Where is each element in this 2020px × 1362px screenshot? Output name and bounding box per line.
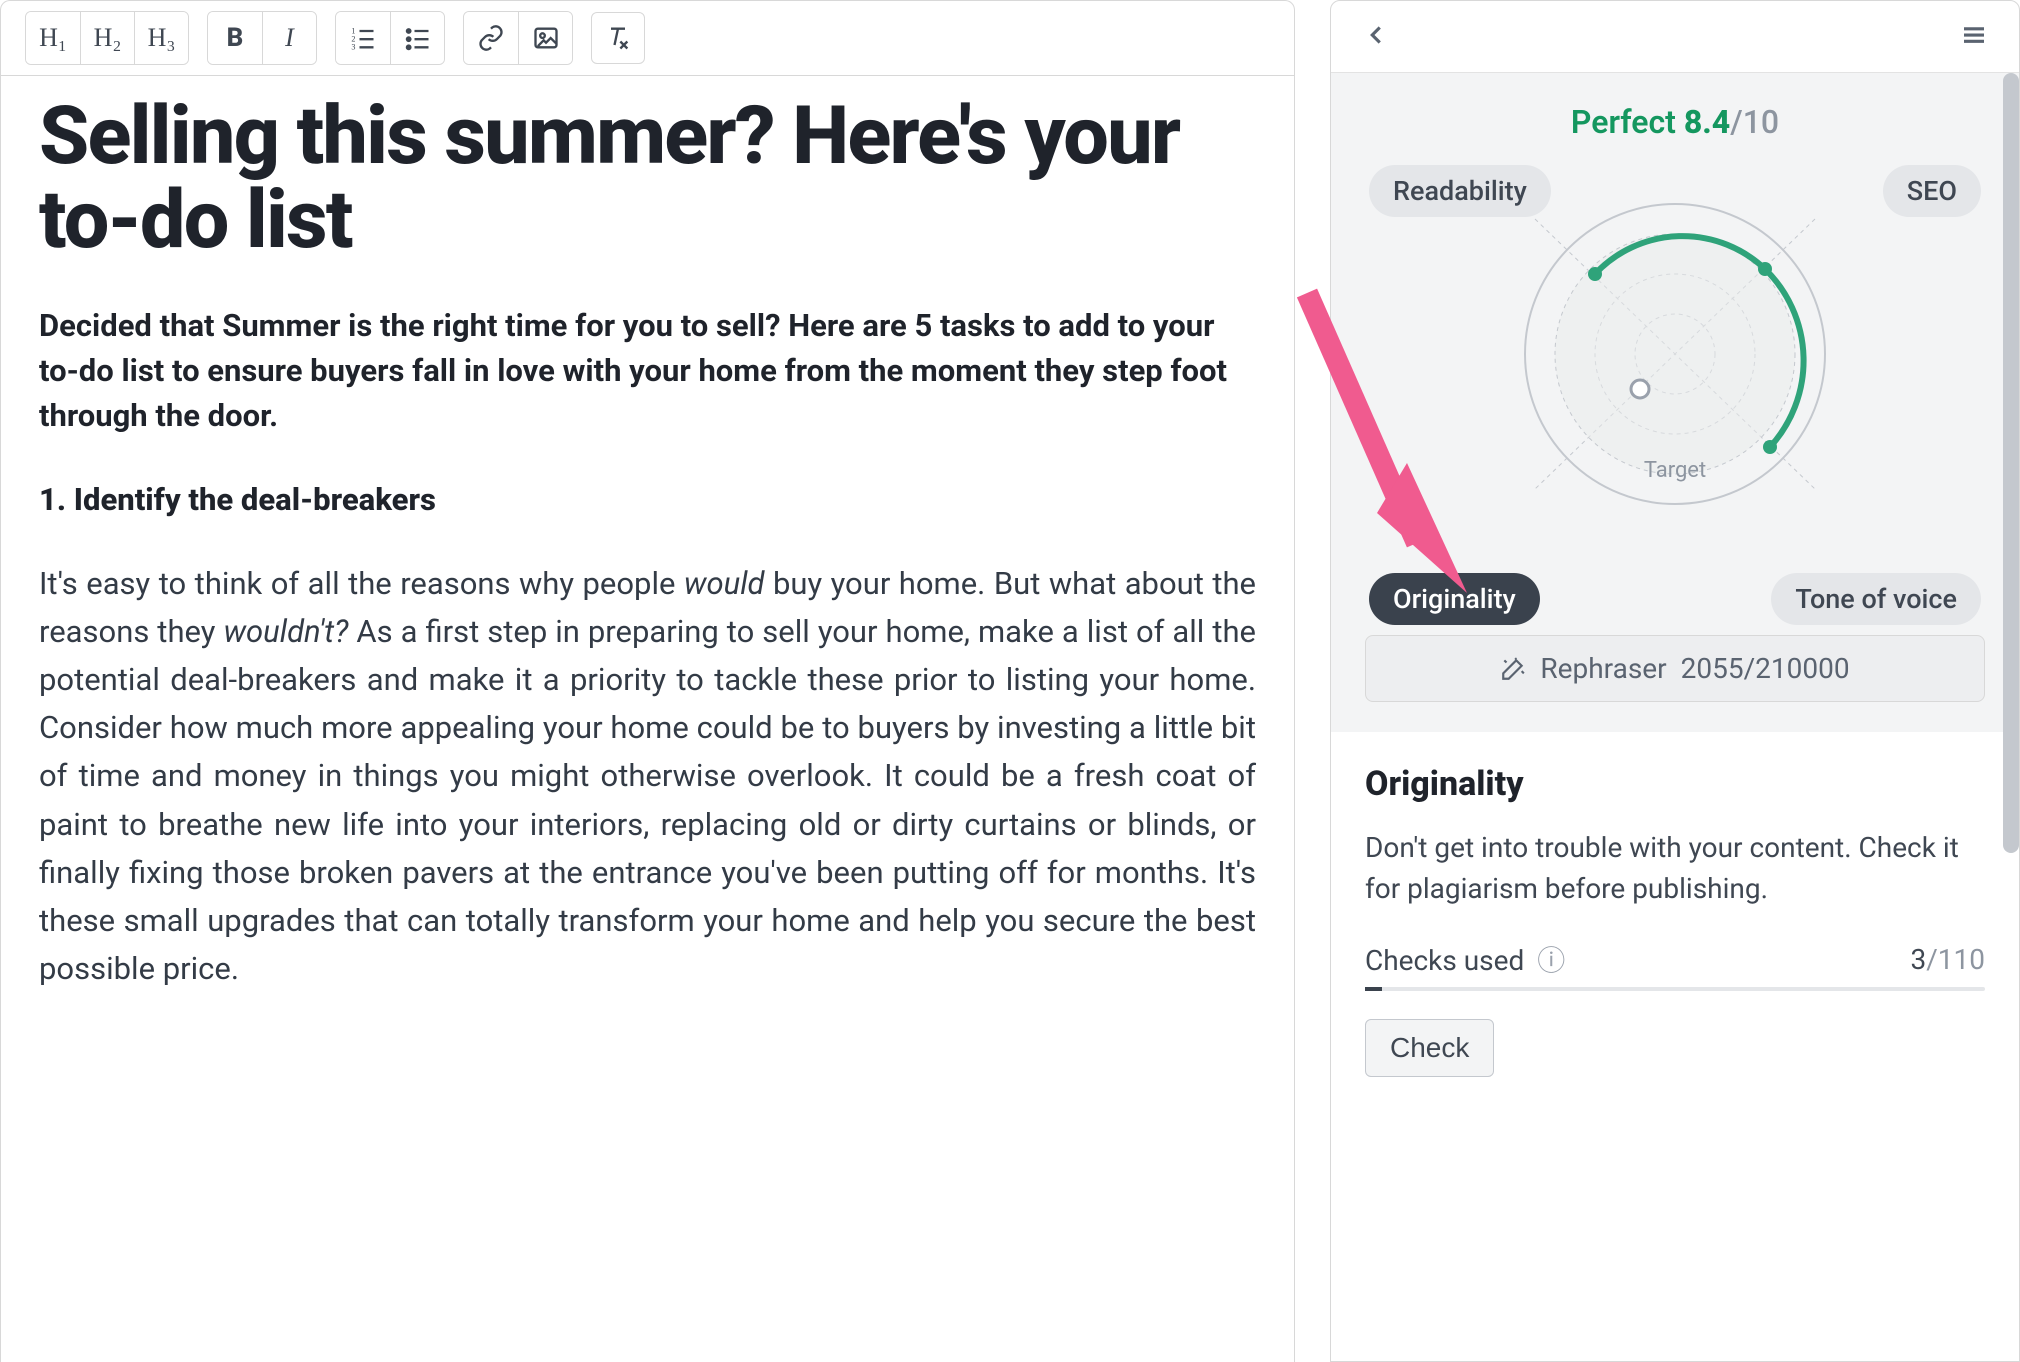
list-group: 123: [335, 11, 445, 65]
para-text: It's easy to think of all the reasons wh…: [39, 565, 684, 602]
h1-button[interactable]: H₁: [26, 12, 80, 64]
link-button[interactable]: [464, 12, 518, 64]
pill-originality[interactable]: Originality: [1369, 573, 1540, 625]
checks-row: Checks used ⓘ 3/110: [1365, 939, 1985, 979]
document-intro[interactable]: Decided that Summer is the right time fo…: [39, 304, 1256, 439]
checks-progress: [1365, 987, 1985, 991]
checks-label: Checks used: [1365, 944, 1524, 977]
pill-readability[interactable]: Readability: [1369, 165, 1551, 217]
score-max: /10: [1730, 103, 1779, 141]
editor-panel: H₁ H₂ H₃ B I 123 Sellin: [0, 0, 1295, 1362]
heading-group: H₁ H₂ H₃: [25, 11, 189, 65]
image-button[interactable]: [518, 12, 572, 64]
clear-format-button[interactable]: [591, 12, 645, 64]
h3-button[interactable]: H₃: [134, 12, 188, 64]
pill-seo[interactable]: SEO: [1883, 165, 1981, 217]
score-value: 8.4: [1684, 103, 1730, 141]
target-label: Target: [1644, 458, 1706, 483]
checks-progress-fill: [1365, 987, 1382, 991]
section-heading[interactable]: 1. Identify the deal-breakers: [39, 481, 1256, 518]
para-italic: would: [684, 565, 765, 602]
document-paragraph[interactable]: It's easy to think of all the reasons wh…: [39, 560, 1256, 992]
originality-section: Originality Don't get into trouble with …: [1331, 732, 2019, 1361]
check-button[interactable]: Check: [1365, 1019, 1494, 1077]
side-panel: Perfect 8.4/10: [1330, 0, 2020, 1362]
ordered-list-button[interactable]: 123: [336, 12, 390, 64]
back-button[interactable]: [1361, 20, 1391, 54]
originality-heading: Originality: [1365, 764, 1985, 804]
rephraser-button[interactable]: Rephraser 2055/210000: [1365, 635, 1985, 702]
editor-toolbar: H₁ H₂ H₃ B I 123: [1, 1, 1294, 76]
bullet-list-button[interactable]: [390, 12, 444, 64]
document-title[interactable]: Selling this summer? Here's your to-do l…: [39, 94, 1256, 262]
originality-description: Don't get into trouble with your content…: [1365, 828, 1985, 909]
editor-body[interactable]: Selling this summer? Here's your to-do l…: [1, 76, 1294, 1011]
scrollbar[interactable]: [2003, 73, 2019, 853]
checks-total: /110: [1926, 943, 1985, 976]
insert-group: [463, 11, 573, 65]
side-panel-header: [1331, 1, 2019, 73]
side-panel-body: Perfect 8.4/10: [1331, 73, 2019, 732]
para-text: As a first step in preparing to sell you…: [39, 613, 1256, 986]
rephraser-count: 2055/210000: [1681, 652, 1850, 685]
radar-chart: Readability SEO Originality Tone of voic…: [1365, 169, 1985, 539]
menu-button[interactable]: [1959, 20, 1989, 54]
bold-button[interactable]: B: [208, 12, 262, 64]
italic-button[interactable]: I: [262, 12, 316, 64]
checks-used: 3: [1910, 943, 1926, 976]
h2-button[interactable]: H₂: [80, 12, 134, 64]
score-label: Perfect: [1571, 103, 1676, 141]
svg-text:3: 3: [351, 43, 355, 52]
style-group: B I: [207, 11, 317, 65]
rephraser-label: Rephraser: [1540, 652, 1666, 685]
wand-icon: [1500, 656, 1526, 682]
pill-tone[interactable]: Tone of voice: [1771, 573, 1981, 625]
score-line: Perfect 8.4/10: [1365, 103, 1985, 141]
info-icon[interactable]: ⓘ: [1537, 944, 1565, 977]
scrollbar-thumb[interactable]: [2003, 73, 2019, 853]
para-italic: wouldn't?: [223, 613, 348, 650]
